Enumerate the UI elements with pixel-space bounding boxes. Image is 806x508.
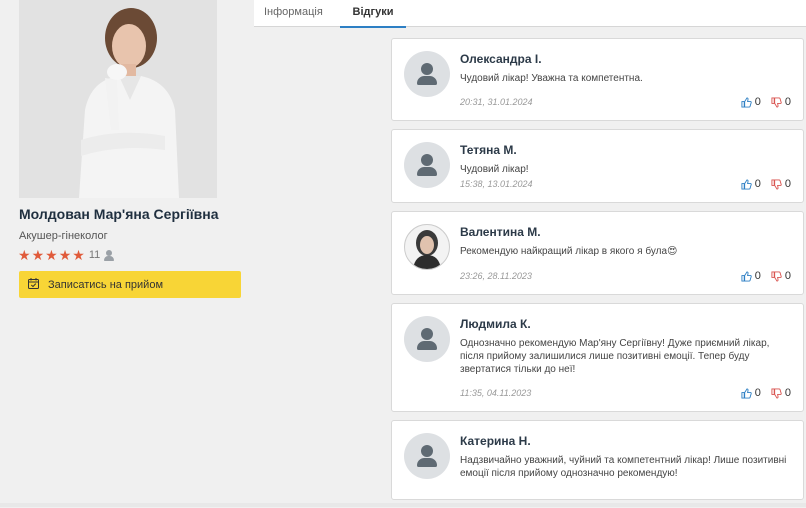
like-count: 0 [754,178,761,190]
review-date: 20:31, 31.01.2024 [460,97,533,107]
reviewer-name: Тетяна М. [460,143,517,157]
avatar [404,142,450,188]
review-text: Чудовий лікар! Уважна та компетентна. [460,73,643,84]
star-icon: ★ [58,247,72,263]
dislike-button[interactable]: 0 [771,178,791,190]
reviews-list: Олександра І. Чудовий лікар! Уважна та к… [391,38,804,508]
star-icon: ★ [45,247,58,263]
review-date: 23:26, 28.11.2023 [460,271,532,281]
like-count: 0 [754,387,761,399]
like-button[interactable]: 0 [741,178,761,190]
thumbs-up-icon [741,387,752,399]
votes: 0 0 [731,96,791,108]
like-button[interactable]: 0 [741,387,761,399]
review-card: Олександра І. Чудовий лікар! Уважна та к… [391,38,804,121]
review-card: Валентина М. Рекомендую найкращий лікар … [391,211,804,295]
thumbs-up-icon [741,96,752,108]
dislike-count: 0 [784,178,791,190]
avatar-photo [404,224,450,270]
star-icon: ★ [72,247,85,263]
avatar [404,433,450,479]
rating: ★ ★ ★ ★ ★ 11 [18,247,115,263]
reviewer-name: Валентина М. [460,225,541,239]
votes: 0 0 [731,387,791,399]
reviewer-name: Людмила К. [460,317,531,331]
like-button[interactable]: 0 [741,96,761,108]
reviewer-name: Катерина Н. [460,434,531,448]
review-date: 15:38, 13.01.2024 [460,179,533,189]
review-date: 11:35, 04.11.2023 [460,388,532,398]
tab-information[interactable]: Інформація [264,6,323,18]
dislike-button[interactable]: 0 [771,270,791,282]
thumbs-up-icon [741,270,752,282]
review-text: Чудовий лікар! [460,164,529,175]
thumbs-down-icon [771,96,782,108]
like-button[interactable]: 0 [741,270,761,282]
dislike-button[interactable]: 0 [771,387,791,399]
doctor-specialty: Акушер-гінеколог [19,230,108,242]
votes: 0 0 [731,270,791,282]
dislike-count: 0 [784,96,791,108]
book-appointment-label: Записатись на прийом [48,278,164,291]
thumbs-down-icon [771,178,782,190]
thumbs-down-icon [771,387,782,399]
review-card: Тетяна М. Чудовий лікар! 15:38, 13.01.20… [391,129,804,203]
book-appointment-button[interactable]: Записатись на прийом [19,271,241,298]
avatar [404,316,450,362]
review-card: Людмила К. Однозначно рекомендую Мар'яну… [391,303,804,412]
review-text: Рекомендую найкращий лікар в якого я бул… [460,246,678,257]
tab-reviews[interactable]: Відгуки [340,6,406,28]
review-text: Однозначно рекомендую Мар'яну Сергіївну!… [460,338,770,375]
thumbs-up-icon [741,178,752,190]
review-text: Надзвичайно уважний, чуйний та компетент… [460,455,787,479]
doctor-name: Молдован Мар'яна Сергіївна [19,206,219,222]
like-count: 0 [754,96,761,108]
bottom-edge [0,503,806,507]
star-icon: ★ [31,247,45,263]
review-card: Катерина Н. Надзвичайно уважний, чуйний … [391,420,804,500]
tab-bar: Інформація Відгуки [254,0,806,28]
dislike-count: 0 [784,270,791,282]
calendar-check-icon [28,277,39,292]
reviewer-name: Олександра І. [460,52,542,66]
thumbs-down-icon [771,270,782,282]
dislike-count: 0 [784,387,791,399]
user-icon [104,249,115,261]
reviews-count: 11 [88,249,101,261]
like-count: 0 [754,270,761,282]
votes: 0 0 [731,178,791,190]
dislike-button[interactable]: 0 [771,96,791,108]
doctor-photo [19,0,217,198]
avatar [404,51,450,97]
star-icon: ★ [18,247,31,263]
